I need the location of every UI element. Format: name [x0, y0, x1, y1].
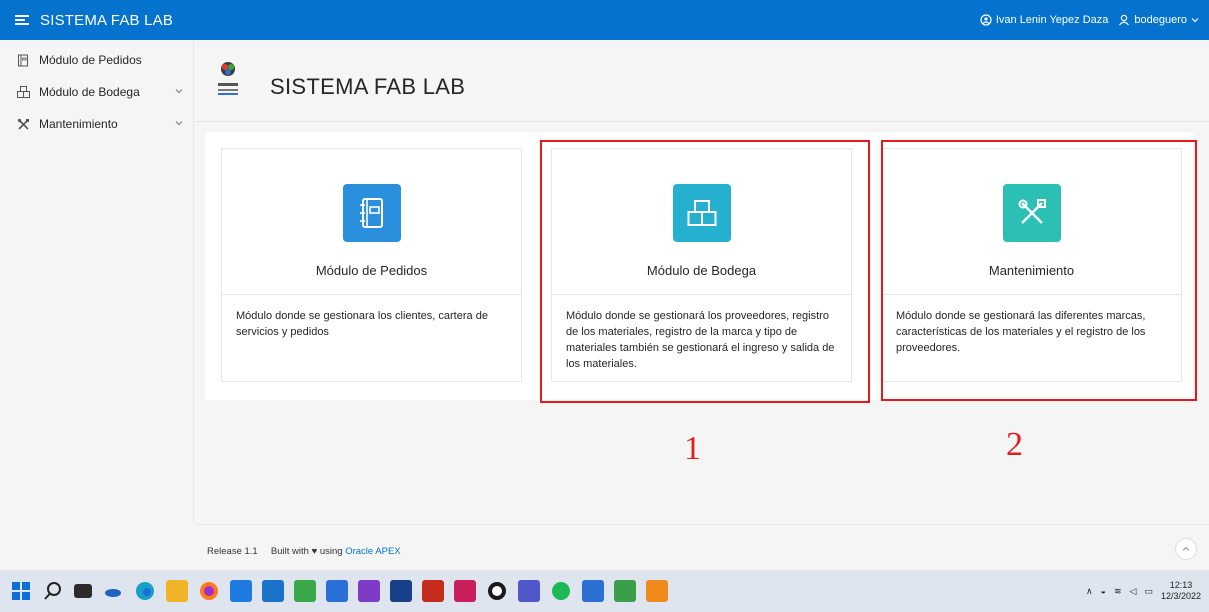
card-pedidos[interactable]: Módulo de Pedidos Módulo donde se gestio… — [221, 148, 522, 382]
clock-time: 12:13 — [1169, 580, 1193, 590]
footer-text: Release 1.1 Built with ♥ using Oracle AP… — [207, 546, 401, 557]
boxes-icon — [16, 85, 30, 99]
using-text: using — [319, 546, 343, 557]
windows-taskbar: ∧ ◒ ≋ ◁ ▭ 12:13 12/3/2022 — [0, 570, 1209, 612]
vscode-icon[interactable] — [326, 580, 348, 602]
onedrive-icon[interactable] — [102, 580, 124, 602]
app-pink-icon[interactable] — [454, 580, 476, 602]
scroll-top-button[interactable] — [1175, 538, 1197, 560]
app-l-icon[interactable] — [262, 580, 284, 602]
battery-icon[interactable]: ▭ — [1144, 586, 1153, 597]
oracle-apex-link[interactable]: Oracle APEX — [345, 546, 400, 557]
footer: Release 1.1 Built with ♥ using Oracle AP… — [195, 524, 1209, 570]
user-full-name: Ivan Lenin Yepez Daza — [995, 14, 1109, 26]
hero-region: SISTEMA FAB LAB — [195, 40, 1209, 122]
user-info[interactable]: Ivan Lenin Yepez Daza — [980, 14, 1109, 26]
fab-lab-logo — [215, 60, 241, 100]
annotation-box-2 — [881, 140, 1197, 401]
network-icon[interactable]: ◒ — [1101, 586, 1106, 596]
clock-date: 12/3/2022 — [1160, 591, 1201, 601]
teams-icon[interactable] — [518, 580, 540, 602]
notebook-icon — [16, 53, 30, 67]
card-title[interactable]: Módulo de Pedidos — [222, 263, 521, 278]
release-label: Release 1.1 — [207, 546, 258, 557]
app-leaf-icon[interactable] — [614, 580, 636, 602]
annotation-box-1 — [540, 140, 870, 403]
notebook-icon — [343, 184, 401, 242]
task-view-icon[interactable] — [74, 584, 92, 598]
top-navigation-bar: SISTEMA FAB LAB Ivan Lenin Yepez Daza bo… — [0, 0, 1209, 40]
app-green-icon[interactable] — [294, 580, 316, 602]
sidebar-item-bodega[interactable]: Módulo de Bodega — [0, 76, 193, 108]
sidebar: Módulo de Pedidos Módulo de Bodega Mante… — [0, 40, 194, 524]
sidebar-item-label: Mantenimiento — [39, 117, 118, 131]
annotation-label-2: 2 — [1006, 426, 1023, 463]
spotify-icon[interactable] — [550, 580, 572, 602]
chevron-down-icon[interactable] — [175, 119, 183, 127]
sidebar-item-pedidos[interactable]: Módulo de Pedidos — [0, 44, 193, 76]
built-with-text: Built with — [270, 546, 309, 557]
chevron-up-icon[interactable]: ∧ — [1086, 586, 1093, 597]
windows-start-icon[interactable] — [10, 580, 32, 602]
card-header: Módulo de Pedidos — [222, 149, 521, 295]
sidebar-item-mantenimiento[interactable]: Mantenimiento — [0, 108, 193, 140]
annotation-label-1: 1 — [684, 430, 701, 467]
firefox-icon[interactable] — [198, 580, 220, 602]
page-title: SISTEMA FAB LAB — [270, 74, 466, 99]
tools-icon — [16, 117, 30, 131]
sidebar-item-label: Módulo de Pedidos — [39, 53, 142, 67]
user-menu[interactable]: bodeguero — [1118, 14, 1199, 26]
virtualbox-icon[interactable] — [390, 580, 412, 602]
word-icon[interactable] — [582, 580, 604, 602]
volume-icon[interactable]: ◁ — [1130, 586, 1137, 597]
heart-icon: ♥ — [311, 546, 318, 557]
chevron-down-icon[interactable] — [175, 87, 183, 95]
search-icon[interactable] — [42, 580, 64, 602]
username: bodeguero — [1134, 14, 1187, 26]
chevron-down-icon — [1191, 18, 1199, 23]
edge-icon[interactable] — [134, 580, 156, 602]
user-icon — [1119, 14, 1130, 26]
user-globe-icon — [980, 14, 992, 26]
whatsapp-icon[interactable] — [486, 580, 508, 602]
illustrator-icon[interactable] — [422, 580, 444, 602]
card-description: Módulo donde se gestionara los clientes,… — [236, 310, 488, 338]
menu-toggle-button[interactable] — [4, 0, 40, 40]
app-title[interactable]: SISTEMA FAB LAB — [40, 12, 173, 29]
wifi-icon[interactable]: ≋ — [1114, 586, 1122, 597]
visual-studio-icon[interactable] — [358, 580, 380, 602]
system-clock[interactable]: 12:13 12/3/2022 — [1161, 580, 1201, 602]
mail-icon[interactable] — [230, 580, 252, 602]
sidebar-item-label: Módulo de Bodega — [39, 85, 140, 99]
file-explorer-icon[interactable] — [166, 580, 188, 602]
hamburger-icon — [15, 15, 29, 25]
chevron-up-icon — [1182, 546, 1190, 551]
app-orange-icon[interactable] — [646, 580, 668, 602]
